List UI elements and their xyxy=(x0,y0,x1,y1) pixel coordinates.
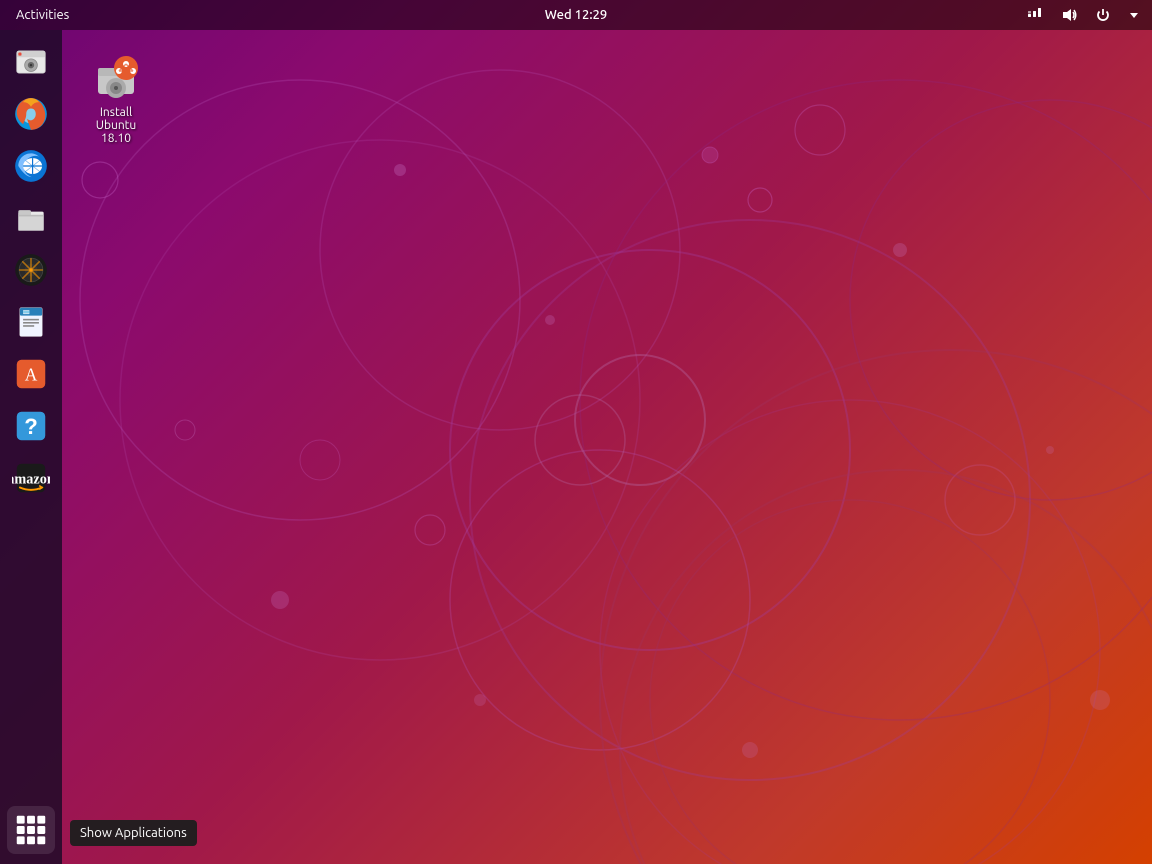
sidebar-item-software-center[interactable]: A xyxy=(7,350,55,398)
sidebar-item-thunderbird[interactable] xyxy=(7,142,55,190)
install-ubuntu-label: Install Ubuntu 18.10 xyxy=(92,104,141,147)
install-ubuntu-icon[interactable]: Install Ubuntu 18.10 xyxy=(90,50,142,147)
sidebar-item-amazon[interactable]: amazon xyxy=(7,454,55,502)
svg-text:A: A xyxy=(25,364,38,384)
network-icon[interactable] xyxy=(1022,4,1048,26)
topbar: Activities Wed 12:29 xyxy=(0,0,1152,30)
system-menu-arrow[interactable] xyxy=(1124,7,1144,23)
sidebar-item-files[interactable] xyxy=(7,194,55,242)
svg-text:?: ? xyxy=(24,414,38,439)
sidebar-item-writer[interactable] xyxy=(7,298,55,346)
show-applications-tooltip: Show Applications xyxy=(70,820,197,846)
volume-icon[interactable] xyxy=(1056,4,1082,26)
activities-button[interactable]: Activities xyxy=(8,0,77,30)
topbar-right xyxy=(1022,4,1144,26)
sidebar-item-disk-utility[interactable] xyxy=(7,38,55,86)
show-applications-button[interactable] xyxy=(7,806,55,854)
topbar-datetime[interactable]: Wed 12:29 xyxy=(545,8,607,22)
sidebar: A ? amazon xyxy=(0,30,62,864)
desktop xyxy=(0,0,1152,864)
topbar-left: Activities xyxy=(8,0,77,30)
install-ubuntu-icon-image xyxy=(90,50,142,102)
power-icon[interactable] xyxy=(1090,4,1116,26)
sidebar-item-rhythmbox[interactable] xyxy=(7,246,55,294)
sidebar-item-help[interactable]: ? xyxy=(7,402,55,450)
sidebar-item-firefox[interactable] xyxy=(7,90,55,138)
svg-text:amazon: amazon xyxy=(12,472,50,488)
